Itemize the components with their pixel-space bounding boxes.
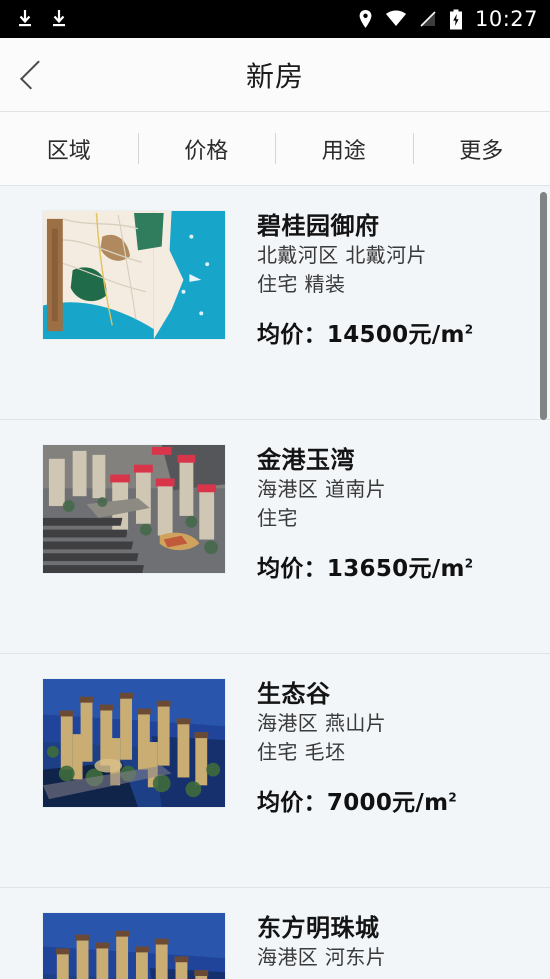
listing-name: 金港玉湾 bbox=[257, 446, 355, 474]
wifi-icon bbox=[385, 9, 407, 29]
listing-price-label: 均价： bbox=[257, 790, 327, 816]
listing-price-unit-exponent: 2 bbox=[448, 790, 458, 805]
app-screen: 10:27 新房 区域 价格 用途 更多 碧桂园御府 北戴河区 北戴河片 住宅 … bbox=[0, 0, 550, 979]
page-header: 新房 bbox=[0, 38, 550, 112]
page-title: 新房 bbox=[245, 59, 304, 93]
listing-price-value: 14500 bbox=[326, 322, 409, 348]
filter-tab-more[interactable]: 更多 bbox=[412, 112, 550, 185]
listing-price: 均价：7000元/m2 bbox=[257, 783, 457, 817]
listing-price-unit-exponent: 2 bbox=[464, 556, 474, 571]
list-item[interactable]: 东方明珠城 海港区 河东片 bbox=[0, 888, 550, 979]
listing-district: 海港区 道南片 bbox=[257, 477, 387, 501]
listing-list[interactable]: 碧桂园御府 北戴河区 北戴河片 住宅 精装 均价：14500元/m2 金港玉湾 … bbox=[0, 186, 550, 979]
listing-price: 均价：14500元/m2 bbox=[257, 315, 473, 349]
listing-district: 北戴河区 北戴河片 bbox=[257, 243, 427, 267]
listing-info: 生态谷 海港区 燕山片 住宅 毛坯 均价：7000元/m2 bbox=[257, 678, 457, 817]
listing-district: 海港区 燕山片 bbox=[257, 711, 387, 735]
download-icon bbox=[50, 9, 68, 29]
listing-price: 均价：13650元/m2 bbox=[257, 549, 473, 583]
chevron-left-icon bbox=[20, 60, 49, 89]
listing-name: 东方明珠城 bbox=[257, 914, 380, 942]
listing-info: 东方明珠城 海港区 河东片 bbox=[257, 912, 386, 972]
filter-tab-area[interactable]: 区域 bbox=[0, 112, 138, 185]
battery-charging-icon bbox=[449, 9, 463, 30]
listing-price-value: 7000 bbox=[326, 790, 393, 816]
status-bar-left-icons bbox=[16, 9, 68, 29]
status-bar-clock: 10:27 bbox=[474, 7, 538, 31]
listing-price-value: 13650 bbox=[326, 556, 409, 582]
filter-tab-price-label: 价格 bbox=[184, 138, 229, 164]
listing-tags: 住宅 毛坯 bbox=[257, 740, 346, 764]
list-item[interactable]: 生态谷 海港区 燕山片 住宅 毛坯 均价：7000元/m2 bbox=[0, 654, 550, 888]
list-item[interactable]: 金港玉湾 海港区 道南片 住宅 均价：13650元/m2 bbox=[0, 420, 550, 654]
filter-tab-usage-label: 用途 bbox=[321, 138, 366, 164]
listing-name: 生态谷 bbox=[257, 680, 331, 708]
location-pin-icon bbox=[358, 9, 373, 29]
filter-tab-price[interactable]: 价格 bbox=[137, 112, 276, 185]
listing-thumbnail-map-illustration bbox=[42, 210, 226, 340]
listing-price-label: 均价： bbox=[257, 322, 327, 348]
listing-price-unit-exponent: 2 bbox=[464, 322, 474, 337]
status-bar-right-icons: 10:27 bbox=[358, 7, 538, 31]
listing-info: 碧桂园御府 北戴河区 北戴河片 住宅 精装 均价：14500元/m2 bbox=[257, 210, 473, 349]
filter-bar: 区域 价格 用途 更多 bbox=[0, 112, 550, 186]
status-bar: 10:27 bbox=[0, 0, 550, 38]
listing-name: 碧桂园御府 bbox=[257, 212, 380, 240]
listing-thumbnail-aerial-night-towers bbox=[42, 678, 226, 808]
back-button[interactable] bbox=[0, 38, 62, 112]
listing-price-unit: 元/m bbox=[392, 790, 449, 816]
list-item[interactable]: 碧桂园御府 北戴河区 北戴河片 住宅 精装 均价：14500元/m2 bbox=[0, 186, 550, 420]
listing-thumbnail-aerial-daytime-towers bbox=[42, 444, 226, 574]
listing-info: 金港玉湾 海港区 道南片 住宅 均价：13650元/m2 bbox=[257, 444, 473, 583]
listing-tags: 住宅 bbox=[257, 506, 298, 530]
listing-price-unit: 元/m bbox=[408, 556, 465, 582]
filter-tab-usage[interactable]: 用途 bbox=[275, 112, 413, 185]
filter-tab-more-label: 更多 bbox=[459, 138, 504, 164]
listing-tags: 住宅 精装 bbox=[257, 272, 346, 296]
listing-district: 海港区 河东片 bbox=[257, 945, 387, 969]
filter-tab-area-label: 区域 bbox=[46, 138, 91, 164]
signal-icon bbox=[419, 9, 437, 29]
listing-thumbnail-aerial-night-towers bbox=[42, 912, 226, 979]
listing-price-label: 均价： bbox=[257, 556, 327, 582]
download-icon bbox=[16, 9, 34, 29]
listing-price-unit: 元/m bbox=[408, 322, 465, 348]
